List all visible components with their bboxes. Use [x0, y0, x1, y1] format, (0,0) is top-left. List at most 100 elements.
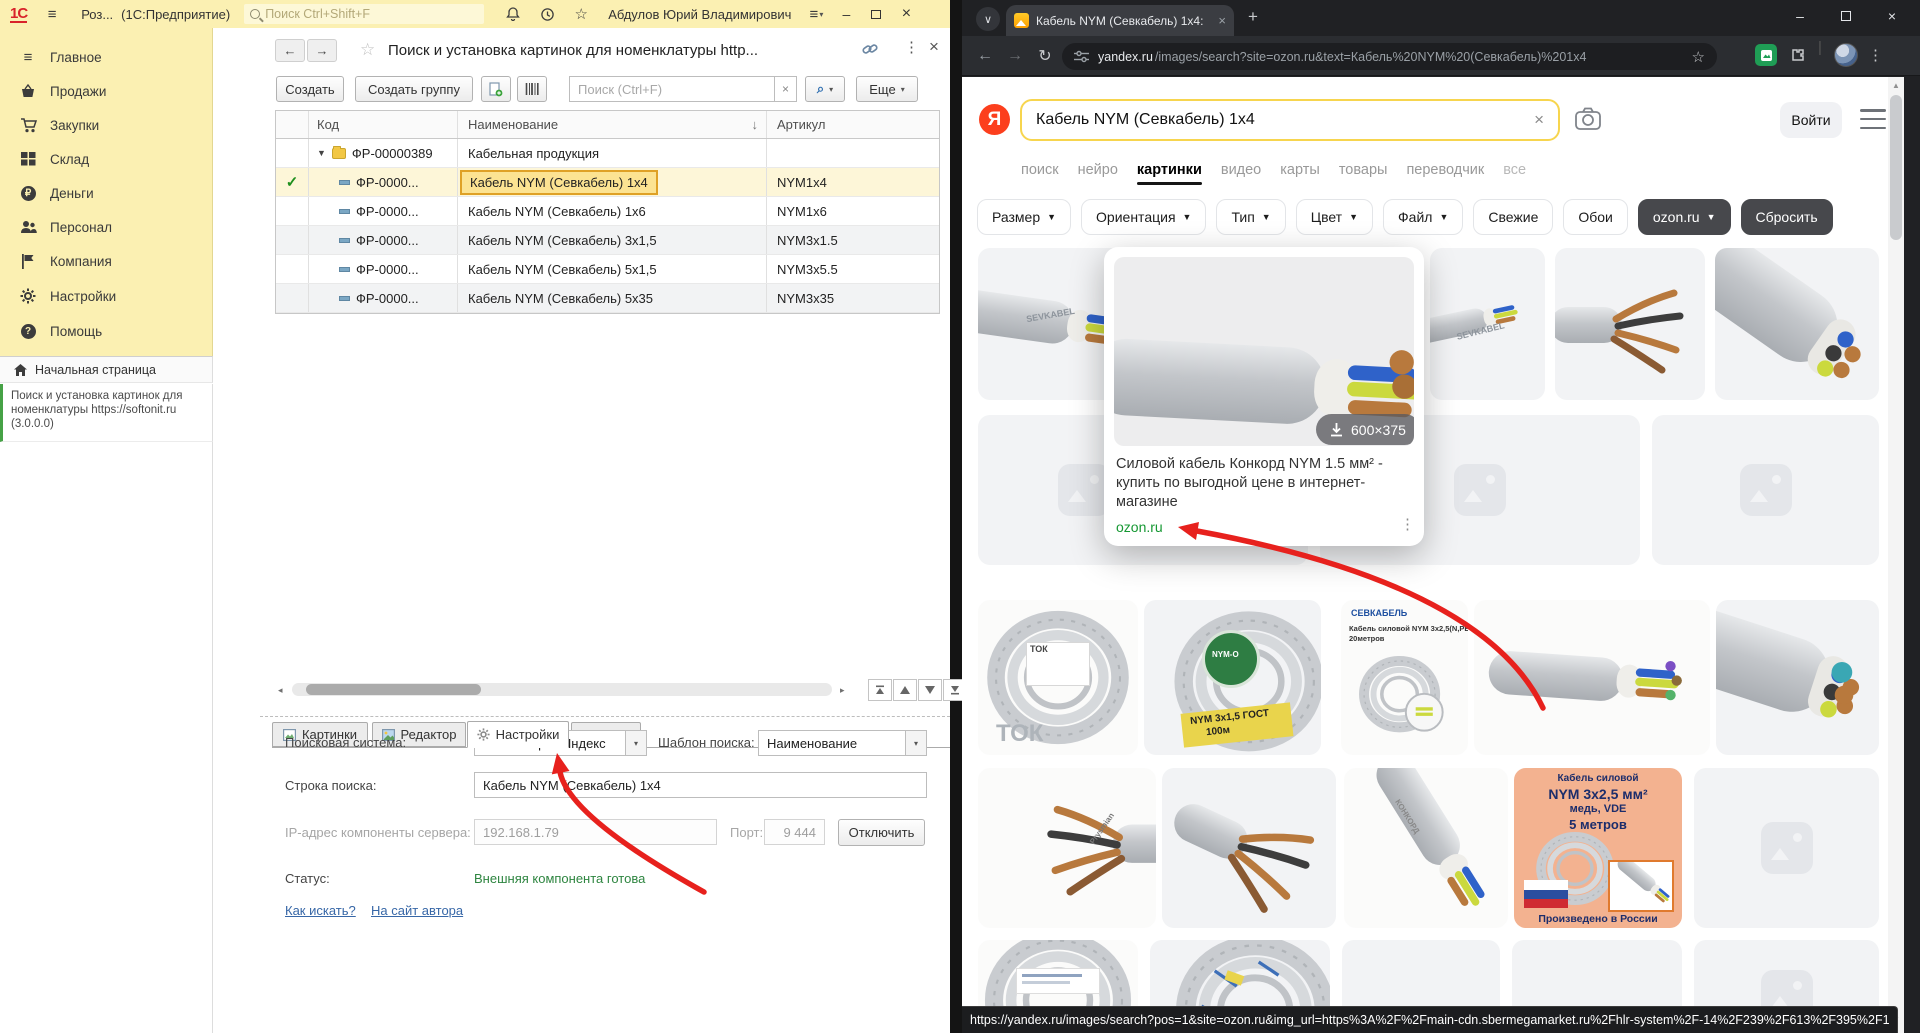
browser-minimize-button[interactable]: – — [1778, 0, 1822, 32]
filter-fresh[interactable]: Свежие — [1473, 199, 1553, 235]
favorite-star-icon[interactable]: ☆ — [360, 40, 375, 60]
tab-maps[interactable]: карты — [1280, 162, 1320, 178]
dropdown-icon[interactable]: ▾ — [905, 731, 926, 755]
goto-prev-button[interactable] — [893, 679, 917, 701]
sidebar-item-help[interactable]: ?Помощь — [0, 316, 213, 346]
hscroll-right-icon[interactable]: ▸ — [840, 685, 845, 696]
image-result[interactable]: КОНКОРД — [1344, 768, 1508, 928]
bookmark-star-icon[interactable]: ☆ — [1692, 48, 1705, 66]
goto-first-button[interactable] — [868, 679, 892, 701]
image-search-camera-icon[interactable] — [1575, 107, 1601, 133]
tab-settings[interactable]: Настройки — [467, 721, 569, 748]
notifications-bell-icon[interactable] — [500, 3, 526, 25]
browser-maximize-button[interactable] — [1824, 0, 1868, 32]
site-info-icon[interactable] — [1074, 50, 1089, 63]
current-user[interactable]: Абдулов Юрий Владимирович — [608, 7, 791, 22]
image-result[interactable]: СЕВКАБЕЛЬ Кабель силовой NYM 3х2,5(N,PE)… — [1341, 600, 1468, 755]
sidebar-item-main[interactable]: ≡Главное — [0, 42, 213, 72]
copy-item-button[interactable] — [481, 76, 511, 102]
hover-card-image[interactable]: 600×375 — [1114, 257, 1414, 446]
scrollbar-thumb[interactable] — [1890, 95, 1902, 240]
name-column-header[interactable]: Наименование↓ — [458, 111, 767, 138]
browser-reload-icon[interactable]: ↻ — [1030, 41, 1060, 71]
table-row[interactable]: ФР-0000... Кабель NYM (Севкабель) 5х35 N… — [276, 284, 939, 313]
global-search-input[interactable]: Поиск Ctrl+Shift+F — [244, 4, 484, 24]
active-cell[interactable]: Кабель NYM (Севкабель) 1х4 — [460, 170, 658, 195]
extension-images-icon[interactable] — [1755, 44, 1777, 66]
scroll-up-icon[interactable]: ▲ — [1892, 81, 1900, 90]
image-source-link[interactable]: ozon.ru — [1116, 519, 1163, 535]
tab-search[interactable]: поиск — [1021, 162, 1059, 178]
table-row[interactable]: ФР-0000... Кабель NYM (Севкабель) 3х1,5 … — [276, 226, 939, 255]
sidebar-item-money[interactable]: ₽Деньги — [0, 178, 213, 208]
tab-video[interactable]: видео — [1221, 162, 1261, 178]
code-column-header[interactable]: Код — [309, 111, 458, 138]
filter-type[interactable]: Тип▼ — [1216, 199, 1285, 235]
clear-query-icon[interactable]: × — [1534, 110, 1544, 130]
close-button[interactable]: × — [891, 3, 921, 25]
back-button[interactable]: ← — [275, 39, 305, 62]
image-result[interactable]: Prysmian — [978, 768, 1156, 928]
main-menu-icon[interactable]: ≡ — [39, 3, 65, 25]
sidebar-item-settings[interactable]: Настройки — [0, 281, 213, 311]
filter-reset[interactable]: Сбросить — [1741, 199, 1833, 235]
expander-icon[interactable]: ▼ — [317, 148, 326, 158]
browser-tab-active[interactable]: Кабель NYM (Севкабель) 1x4: × — [1006, 5, 1234, 36]
image-result[interactable] — [1716, 600, 1879, 755]
tab-close-icon[interactable]: × — [1218, 13, 1226, 28]
create-button[interactable]: Создать — [276, 76, 344, 102]
panel-close-icon[interactable]: × — [929, 37, 939, 57]
dropdown-icon[interactable]: ▾ — [625, 731, 646, 755]
browser-close-button[interactable]: × — [1870, 0, 1914, 32]
image-hover-card[interactable]: 600×375 Силовой кабель Конкорд NYM 1.5 м… — [1104, 247, 1424, 546]
table-search-input[interactable] — [569, 76, 775, 102]
search-run-button[interactable]: ⌕▾ — [805, 76, 845, 102]
address-bar[interactable]: yandex.ru/images/search?site=ozon.ru&tex… — [1062, 43, 1717, 70]
open-window-task-item[interactable]: Поиск и установка картинок для номенклат… — [0, 384, 213, 442]
filter-size[interactable]: Размер▼ — [977, 199, 1071, 235]
image-result[interactable] — [1474, 600, 1710, 755]
yandex-menu-burger-icon[interactable] — [1860, 109, 1886, 129]
filter-orientation[interactable]: Ориентация▼ — [1081, 199, 1206, 235]
more-actions-button[interactable]: Еще▾ — [856, 76, 918, 102]
hscroll-track[interactable] — [292, 683, 832, 696]
get-link-icon[interactable] — [862, 41, 878, 62]
forward-button[interactable]: → — [307, 39, 337, 62]
image-result[interactable] — [1715, 248, 1879, 400]
image-result[interactable] — [1162, 768, 1336, 928]
home-page-row[interactable]: Начальная страница — [0, 356, 213, 383]
image-result[interactable]: SEVKABEL — [1430, 248, 1545, 400]
history-icon[interactable] — [534, 3, 560, 25]
article-column-header[interactable]: Артикул — [767, 111, 939, 138]
tab-images[interactable]: картинки — [1137, 162, 1202, 178]
page-scrollbar[interactable]: ▲ ▼ — [1888, 77, 1904, 1033]
table-row-group[interactable]: ▼ФР-00000389 Кабельная продукция — [276, 139, 939, 168]
create-group-button[interactable]: Создать группу — [355, 76, 473, 102]
goto-next-button[interactable] — [918, 679, 942, 701]
download-size-badge[interactable]: 600×375 — [1316, 414, 1414, 445]
status-column-header[interactable] — [276, 111, 309, 138]
browser-forward-icon[interactable]: → — [1000, 41, 1030, 71]
sidebar-item-warehouse[interactable]: Склад — [0, 144, 213, 174]
tab-neuro[interactable]: нейро — [1078, 162, 1118, 178]
extension-puzzle-icon[interactable] — [1787, 44, 1809, 66]
yandex-search-field[interactable]: × — [1020, 99, 1560, 141]
table-row[interactable]: ФР-0000... Кабель NYM (Севкабель) 1х6 NY… — [276, 197, 939, 226]
browser-menu-kebab-icon[interactable]: ⋮ — [1868, 46, 1883, 64]
new-tab-icon[interactable]: + — [1248, 7, 1258, 27]
tab-translate[interactable]: переводчик — [1406, 162, 1484, 178]
hscroll-thumb[interactable] — [306, 684, 481, 695]
sidebar-item-personnel[interactable]: Персонал — [0, 212, 213, 242]
filter-site-ozon[interactable]: ozon.ru▼ — [1638, 199, 1731, 235]
image-result[interactable]: ТОК ТОК — [978, 600, 1138, 755]
table-row-selected[interactable]: ✓ ФР-0000... Кабель NYM (Севкабель) 1х4 … — [276, 168, 939, 197]
table-row[interactable]: ФР-0000... Кабель NYM (Севкабель) 5х1,5 … — [276, 255, 939, 284]
tab-search-chevron-icon[interactable]: ∨ — [976, 7, 1000, 31]
splitter[interactable] — [260, 716, 950, 717]
barcode-scan-button[interactable] — [517, 76, 547, 102]
card-menu-kebab-icon[interactable]: ⋮ — [1400, 515, 1415, 533]
minimize-button[interactable]: – — [831, 3, 861, 25]
browser-back-icon[interactable]: ← — [970, 41, 1000, 71]
login-button[interactable]: Войти — [1780, 102, 1842, 138]
disconnect-button[interactable]: Отключить — [838, 819, 925, 846]
